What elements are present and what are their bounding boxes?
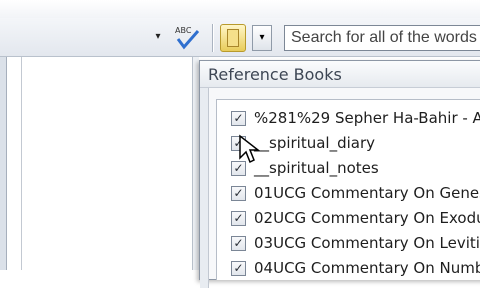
reference-books-panel: Reference Books ✓ %281%29 Sepher Ha-Bahi… — [199, 60, 480, 288]
list-item-label: 02UCG Commentary On Exodus — [254, 209, 480, 227]
book-dropdown-button[interactable]: ▾ — [252, 25, 272, 51]
panel-title: Reference Books — [208, 65, 342, 84]
list-item[interactable]: ✓ %281%29 Sepher Ha-Bahir - A — [231, 108, 480, 130]
spell-check-icon[interactable]: ABC — [172, 23, 206, 51]
list-item-label: %281%29 Sepher Ha-Bahir - A — [254, 109, 480, 127]
list-item-label: __spiritual_notes — [254, 159, 379, 177]
svg-text:ABC: ABC — [175, 26, 192, 35]
pane-divider[interactable] — [192, 57, 199, 270]
search-input[interactable] — [284, 25, 480, 51]
mouse-pointer-icon — [238, 134, 261, 164]
chevron-down-icon: ▾ — [259, 32, 265, 43]
list-item[interactable]: ✓ 03UCG Commentary On Levitic — [231, 233, 480, 255]
list-item[interactable]: ✓ __spiritual_diary — [231, 133, 480, 155]
book-icon-inner — [227, 29, 239, 47]
checkbox[interactable]: ✓ — [231, 186, 246, 201]
book-icon[interactable] — [220, 24, 246, 52]
dropdown-arrow-icon[interactable]: ▾ — [152, 30, 164, 44]
list-item[interactable]: ✓ 04UCG Commentary On Numb — [231, 258, 480, 280]
left-rail — [0, 57, 7, 270]
list-item-label: 03UCG Commentary On Levitic — [254, 234, 480, 252]
list-item-label: 01UCG Commentary On Genesi — [254, 184, 480, 202]
document-area[interactable] — [22, 57, 192, 270]
checkbox[interactable]: ✓ — [231, 111, 246, 126]
checkbox[interactable]: ✓ — [231, 236, 246, 251]
list-item[interactable]: ✓ 02UCG Commentary On Exodus — [231, 208, 480, 230]
toolbar-separator — [212, 24, 213, 52]
reference-books-list: ✓ %281%29 Sepher Ha-Bahir - A ✓ __spirit… — [216, 99, 480, 280]
list-item-label: __spiritual_diary — [254, 134, 376, 152]
list-item[interactable]: ✓ 01UCG Commentary On Genesi — [231, 183, 480, 205]
list-item[interactable]: ✓ __spiritual_notes — [231, 158, 480, 180]
window-top-strip — [0, 0, 480, 18]
panel-gutter — [200, 88, 209, 288]
checkbox[interactable]: ✓ — [231, 211, 246, 226]
toolbar: ▾ ABC ▾ — [0, 18, 480, 57]
checkbox[interactable]: ✓ — [231, 261, 246, 276]
list-item-label: 04UCG Commentary On Numb — [254, 259, 480, 277]
document-margin — [7, 57, 22, 270]
